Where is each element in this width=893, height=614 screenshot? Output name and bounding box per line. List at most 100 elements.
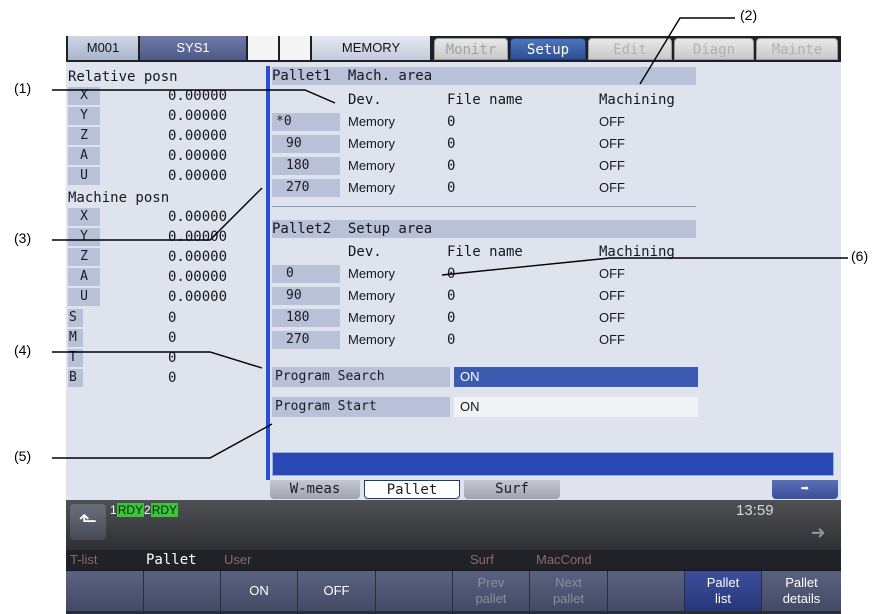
pallet1-title: Pallet1 Mach. area xyxy=(272,68,433,84)
axis-value: 0.00000 xyxy=(168,88,228,104)
pallet2-machining: OFF xyxy=(599,310,625,325)
axis-label: A xyxy=(68,268,100,286)
function-key-5[interactable] xyxy=(376,571,453,611)
program-search-label: Program Search xyxy=(272,367,450,387)
pallet2-angle[interactable]: 0 xyxy=(272,265,340,283)
machine-position-title: Machine posn xyxy=(68,190,170,206)
subtab-pallet[interactable]: Pallet xyxy=(364,480,460,499)
cnc-screen: M001 SYS1 MEMORY Monitr Setup Edit Diagn… xyxy=(66,36,841,614)
code-label: M xyxy=(68,329,83,347)
pallet-list-button[interactable]: Pallet list xyxy=(685,571,762,611)
pallet1-file: 0 xyxy=(447,114,456,130)
column-machining: Machining xyxy=(599,92,675,108)
pallet1-angle[interactable]: 270 xyxy=(272,179,340,197)
arrow-right-icon: ➡ xyxy=(800,481,810,497)
panel-divider xyxy=(266,66,270,494)
axis-label: Y xyxy=(68,107,100,125)
axis-label: Z xyxy=(68,248,100,266)
pallet1-device: Memory xyxy=(348,180,395,195)
next-pallet-button[interactable]: Next pallet xyxy=(530,571,608,611)
axis-label: X xyxy=(68,87,100,105)
program-start-field[interactable]: ON xyxy=(454,397,698,417)
code-value: 0 xyxy=(168,350,177,366)
tab-setup[interactable]: Setup xyxy=(510,38,586,60)
pallet2-machining: OFF xyxy=(599,266,625,281)
clock: 13:59 xyxy=(736,502,774,519)
code-value: 0 xyxy=(168,310,177,326)
pallet1-angle[interactable]: 180 xyxy=(272,157,340,175)
subtab-surf[interactable]: Surf xyxy=(464,480,560,499)
axis-value: 0.00000 xyxy=(168,128,228,144)
code-value: 0 xyxy=(168,370,177,386)
pallet2-file: 0 xyxy=(447,288,456,304)
pallet1-device: Memory xyxy=(348,158,395,173)
pallet1-machining: OFF xyxy=(599,180,625,195)
relative-position-title: Relative posn xyxy=(68,69,178,85)
axis-label: U xyxy=(68,167,100,185)
on-button[interactable]: ON xyxy=(221,571,298,611)
function-key-1[interactable] xyxy=(66,571,144,611)
program-search-field[interactable]: ON xyxy=(454,367,698,387)
callout-1: (1) xyxy=(14,80,32,96)
menu-label-user: User xyxy=(224,552,252,567)
prev-pallet-button[interactable]: Prev pallet xyxy=(453,571,530,611)
channel1-status: 1RDY xyxy=(110,502,145,518)
channel2-ready-badge: RDY xyxy=(150,503,179,517)
tab-monitor[interactable]: Monitr xyxy=(434,38,508,60)
callout-6: (6) xyxy=(851,248,869,264)
off-button[interactable]: OFF xyxy=(298,571,376,611)
menu-label-tlist: T-list xyxy=(70,552,98,567)
pallet1-angle[interactable]: *0 xyxy=(272,113,340,131)
menu-label-maccond: MacCond xyxy=(536,552,592,567)
subtab-wmeas[interactable]: W-meas xyxy=(270,480,360,499)
channel1-number: 1 xyxy=(110,503,117,517)
top-bar: M001 SYS1 MEMORY Monitr Setup Edit Diagn… xyxy=(66,36,841,62)
pallet2-angle[interactable]: 180 xyxy=(272,309,340,327)
tab-diagnosis[interactable]: Diagn xyxy=(674,38,754,60)
tab-edit[interactable]: Edit xyxy=(588,38,672,60)
pallet1-machining: OFF xyxy=(599,136,625,151)
tab-maintenance[interactable]: Mainte xyxy=(756,38,838,60)
callout-3: (3) xyxy=(14,230,32,246)
arrow-right-icon: ➜ xyxy=(810,519,826,547)
mode-label: MEMORY xyxy=(312,36,430,60)
code-label: S xyxy=(68,309,83,327)
pallet1-angle[interactable]: 90 xyxy=(272,135,340,153)
callout-2: (2) xyxy=(740,7,758,23)
pallet1-device: Memory xyxy=(348,114,395,129)
pallet1-file: 0 xyxy=(447,136,456,152)
program-number: M001 xyxy=(68,36,138,60)
code-label: T xyxy=(68,349,83,367)
axis-value: 0.00000 xyxy=(168,269,228,285)
pallet2-angle[interactable]: 270 xyxy=(272,331,340,349)
pallet2-angle[interactable]: 90 xyxy=(272,287,340,305)
pallet1-machining: OFF xyxy=(599,158,625,173)
program-start-label: Program Start xyxy=(272,397,450,417)
status-cell-2 xyxy=(280,36,310,60)
column-file-name: File name xyxy=(447,244,523,260)
function-key-2[interactable] xyxy=(144,571,221,611)
pallet2-file: 0 xyxy=(447,332,456,348)
pallet1-file: 0 xyxy=(447,158,456,174)
code-label: B xyxy=(68,369,83,387)
system-label: SYS1 xyxy=(140,36,246,60)
axis-value: 0.00000 xyxy=(168,108,228,124)
menu-label-pallet: Pallet xyxy=(146,552,197,568)
pallet2-file: 0 xyxy=(447,266,456,282)
column-device: Dev. xyxy=(348,244,382,260)
function-key-8[interactable] xyxy=(608,571,685,611)
function-key-bar: ON OFF Prev pallet Next pallet Pallet li… xyxy=(66,571,841,614)
column-file-name: File name xyxy=(447,92,523,108)
pallet2-device: Memory xyxy=(348,332,395,347)
input-line[interactable] xyxy=(272,452,834,476)
pallet2-file: 0 xyxy=(447,310,456,326)
pallet-details-button[interactable]: Pallet details xyxy=(762,571,841,611)
pallet2-device: Memory xyxy=(348,310,395,325)
subtab-next-arrow[interactable]: ➡ xyxy=(772,480,838,499)
channel2-status: 2RDY xyxy=(144,502,179,518)
menu-next-button[interactable]: ➜ xyxy=(800,520,836,546)
pallet2-device: Memory xyxy=(348,266,395,281)
axis-value: 0.00000 xyxy=(168,249,228,265)
back-button[interactable]: ⬑ xyxy=(70,504,106,540)
menu-label-surf: Surf xyxy=(470,552,494,567)
